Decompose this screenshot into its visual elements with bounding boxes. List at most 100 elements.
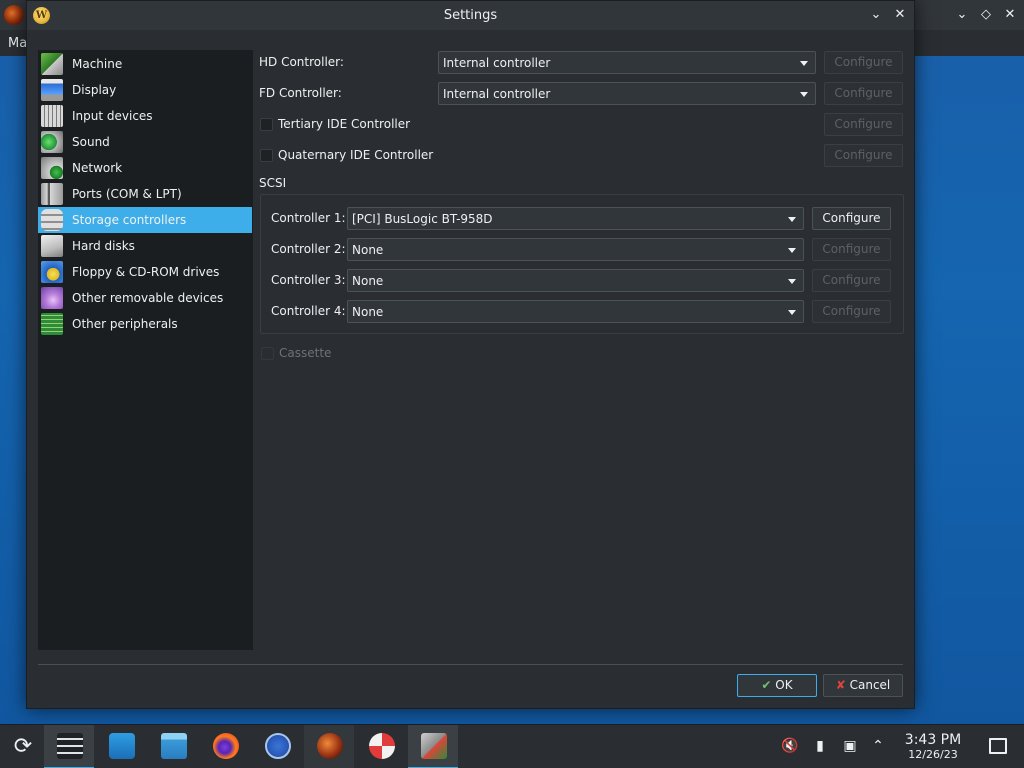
tray-expand-icon[interactable]: ⌃ (869, 737, 887, 755)
sidebar-item-input-devices[interactable]: Input devices (38, 103, 252, 129)
sidebar-item-network[interactable]: Network (38, 155, 252, 181)
tertiary-ide-checkbox[interactable] (260, 118, 273, 131)
settings-category-list: Machine Display Input devices Sound Netw… (38, 50, 253, 650)
chevron-down-icon (788, 248, 796, 253)
show-desktop-icon[interactable] (989, 738, 1007, 754)
chevron-down-icon (800, 92, 808, 97)
sidebar-item-sound[interactable]: Sound (38, 129, 252, 155)
sidebar-item-label: Hard disks (72, 239, 135, 253)
scsi-controller-1-combo[interactable]: [PCI] BusLogic BT-958D (347, 207, 804, 230)
ok-button[interactable]: ✔ OK (737, 674, 817, 697)
quaternary-ide-label[interactable]: Quaternary IDE Controller (278, 148, 433, 162)
taskbar-file-manager[interactable] (148, 725, 198, 768)
system-settings-icon (57, 733, 83, 759)
taskbar-firefox[interactable] (200, 725, 250, 768)
scsi-controller-1-configure-button[interactable]: Configure (812, 207, 891, 230)
taskbar-discover[interactable] (96, 725, 146, 768)
minimize-chevron-icon[interactable]: ⌄ (867, 6, 885, 24)
86box-machine-icon (421, 733, 447, 759)
scsi-controller-4-configure-button[interactable]: Configure (812, 300, 891, 323)
ok-button-label: OK (775, 678, 793, 692)
scsi-controller-3-combo[interactable]: None (347, 269, 804, 292)
input-devices-icon (41, 105, 63, 127)
tertiary-ide-configure-button[interactable]: Configure (824, 113, 903, 136)
sidebar-item-label: Other removable devices (72, 291, 224, 305)
sidebar-item-label: Sound (72, 135, 110, 149)
firefox-icon (213, 733, 239, 759)
quaternary-ide-configure-button[interactable]: Configure (824, 144, 903, 167)
usb-device-icon[interactable]: ▮ (811, 737, 829, 755)
cancel-x-icon: ✘ (835, 678, 846, 692)
scsi-controller-2-configure-button[interactable]: Configure (812, 238, 891, 261)
discover-store-icon (109, 733, 135, 759)
cancel-button[interactable]: ✘ Cancel (823, 674, 903, 697)
scsi-controller-1-label: Controller 1: (271, 211, 346, 225)
chevron-down-icon[interactable]: ⌄ (953, 6, 971, 24)
clock-time[interactable]: 3:43 PM (900, 732, 966, 748)
taskbar-system-settings[interactable] (44, 725, 94, 768)
background-menu-partial[interactable]: Ma (8, 36, 27, 51)
fd-controller-combo[interactable]: Internal controller (438, 82, 816, 105)
sidebar-item-label: Network (72, 161, 123, 175)
dialog-title: Settings (443, 8, 498, 23)
scsi-controller-4-value: None (352, 305, 384, 319)
sidebar-item-machine[interactable]: Machine (38, 51, 252, 77)
sidebar-item-display[interactable]: Display (38, 77, 252, 103)
taskbar-help[interactable] (356, 725, 406, 768)
network-wired-icon[interactable]: ▣ (841, 737, 859, 755)
diamond-icon[interactable]: ◇ (977, 6, 995, 24)
taskbar-86box-machine[interactable] (408, 725, 458, 768)
cassette-label: Cassette (279, 346, 332, 360)
settings-dialog: W Settings ⌄ ✕ Machine Display Input dev… (26, 0, 915, 709)
network-browser-icon (265, 733, 291, 759)
chevron-down-icon (788, 310, 796, 315)
quaternary-ide-checkbox[interactable] (260, 149, 273, 162)
fd-configure-button[interactable]: Configure (824, 82, 903, 105)
sidebar-item-ports[interactable]: Ports (COM & LPT) (38, 181, 252, 207)
scsi-controller-2-combo[interactable]: None (347, 238, 804, 261)
storage-controllers-icon (41, 209, 63, 231)
close-icon[interactable]: ✕ (891, 6, 909, 24)
sidebar-item-other-removable[interactable]: Other removable devices (38, 285, 252, 311)
peripherals-icon (41, 313, 63, 335)
sidebar-item-other-peripherals[interactable]: Other peripherals (38, 311, 252, 337)
chevron-down-icon (800, 61, 808, 66)
cancel-button-label: Cancel (849, 678, 891, 692)
scsi-group-title: SCSI (259, 176, 287, 190)
sidebar-item-label: Input devices (72, 109, 153, 123)
application-launcher-button[interactable]: ⟳ (0, 725, 50, 768)
scsi-controller-4-combo[interactable]: None (347, 300, 804, 323)
fd-controller-label: FD Controller: (259, 86, 342, 100)
checkmark-icon: ✔ (761, 678, 772, 692)
help-lifebuoy-icon (369, 733, 395, 759)
application-launcher-icon: ⟳ (13, 734, 33, 759)
sidebar-item-label: Floppy & CD-ROM drives (72, 265, 220, 279)
scsi-controller-3-configure-button[interactable]: Configure (812, 269, 891, 292)
tertiary-ide-label[interactable]: Tertiary IDE Controller (278, 117, 410, 131)
hd-configure-button[interactable]: Configure (824, 51, 903, 74)
scsi-controller-3-label: Controller 3: (271, 273, 346, 287)
sidebar-item-floppy-cdrom[interactable]: Floppy & CD-ROM drives (38, 259, 252, 285)
hd-controller-label: HD Controller: (259, 55, 344, 69)
scsi-controller-2-label: Controller 2: (271, 242, 346, 256)
scsi-controller-3-value: None (352, 274, 384, 288)
sidebar-item-label: Display (72, 83, 117, 97)
sidebar-item-storage-controllers[interactable]: Storage controllers (38, 207, 252, 233)
hd-controller-combo[interactable]: Internal controller (438, 51, 816, 74)
cassette-checkbox[interactable] (261, 347, 274, 360)
scsi-controller-2-value: None (352, 243, 384, 257)
scsi-controller-1-value: [PCI] BusLogic BT-958D (352, 212, 493, 226)
taskbar-86box-manager[interactable] (304, 725, 354, 768)
close-icon[interactable]: ✕ (1001, 6, 1019, 24)
hard-disks-icon (41, 235, 63, 257)
taskbar-network-browser[interactable] (252, 725, 302, 768)
hd-controller-value: Internal controller (443, 56, 551, 70)
sidebar-item-label: Machine (72, 57, 123, 71)
sidebar-item-hard-disks[interactable]: Hard disks (38, 233, 252, 259)
clock-date[interactable]: 12/26/23 (900, 748, 966, 761)
volume-muted-icon[interactable]: 🔇 (781, 737, 799, 755)
file-manager-icon (161, 733, 187, 759)
background-app-icon (4, 5, 24, 25)
chevron-down-icon (788, 217, 796, 222)
machine-icon (41, 53, 63, 75)
